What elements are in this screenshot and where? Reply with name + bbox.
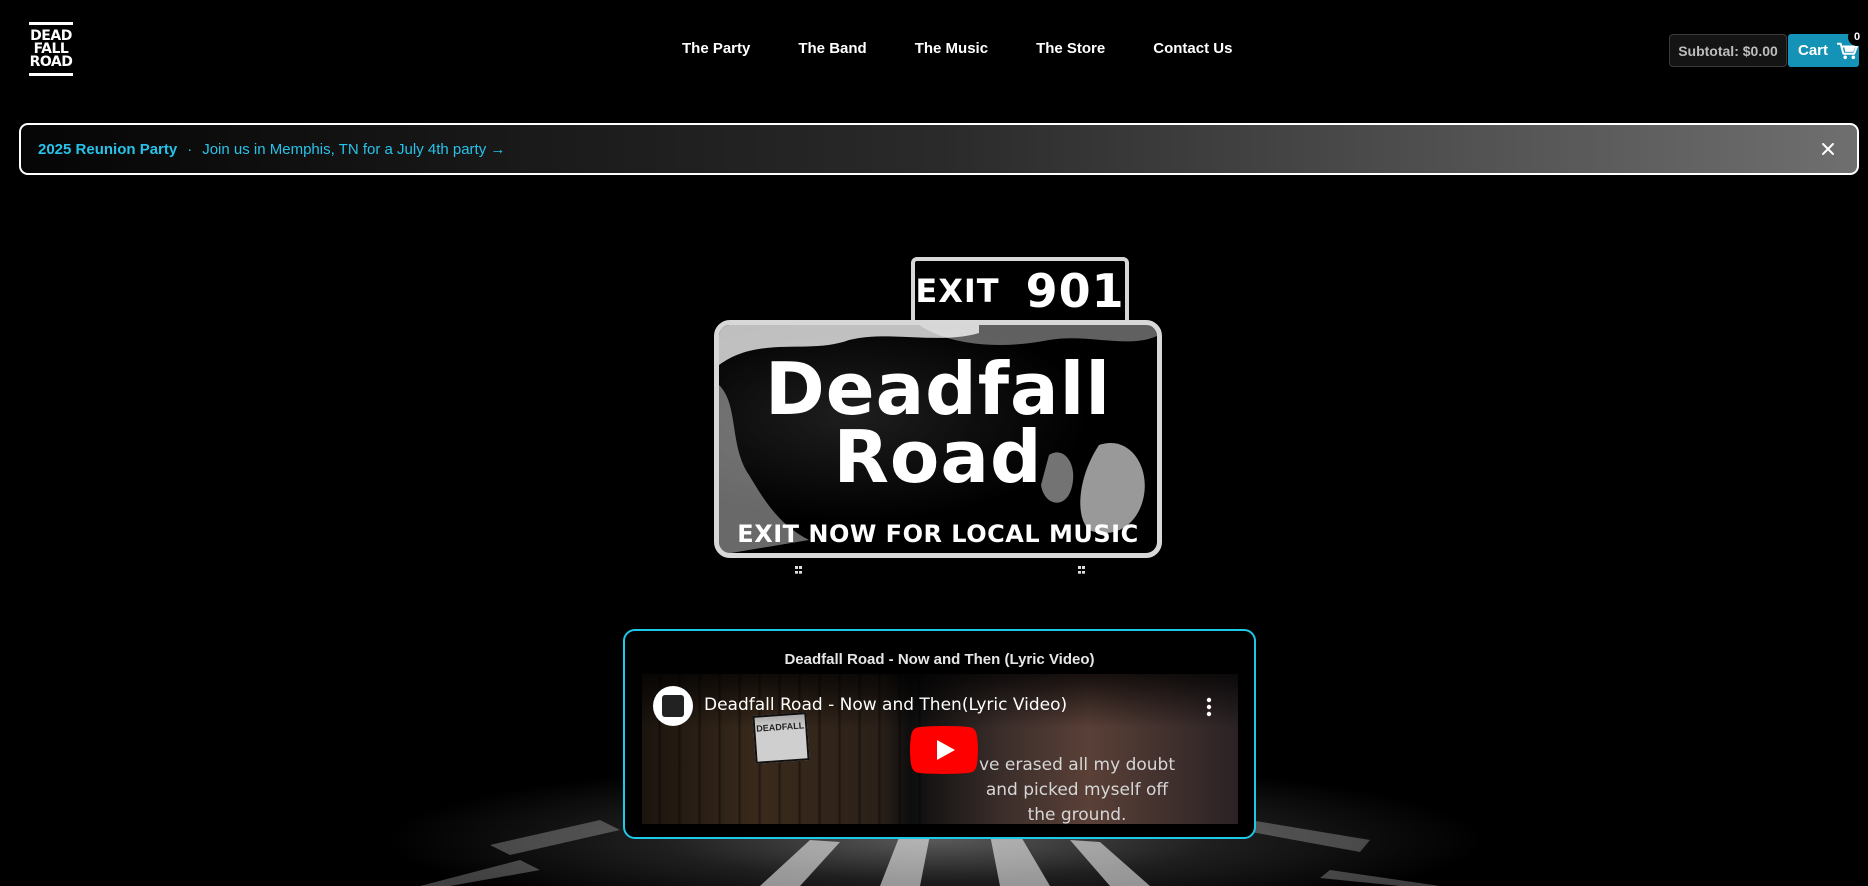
more-options-icon[interactable] [1206, 696, 1212, 718]
video-card: Deadfall Road - Now and Then (Lyric Vide… [623, 629, 1256, 839]
announcement-title[interactable]: 2025 Reunion Party [38, 141, 177, 158]
cart-label: Cart [1798, 42, 1829, 59]
site-logo[interactable]: DEAD FALL ROAD [29, 22, 73, 76]
sign-title: Deadfall Road [719, 347, 1157, 499]
lyric-line-2: and picked myself off [985, 780, 1169, 800]
site-header: DEAD FALL ROAD The Party The Band The Mu… [0, 0, 1868, 100]
channel-avatar[interactable] [653, 686, 693, 726]
logo-line-3: ROAD [29, 53, 73, 70]
exit-plate: EXIT 901 [911, 257, 1129, 325]
bolt-icon [1078, 566, 1085, 574]
sign-title-line-1: Deadfall [765, 347, 1111, 431]
nav-the-band[interactable]: The Band [798, 40, 866, 57]
announcement-bar: 2025 Reunion Party · Join us in Memphis,… [19, 123, 1859, 175]
exit-number: 901 [1025, 264, 1125, 318]
player-video-title[interactable]: Deadfall Road - Now and Then(Lyric Video… [704, 695, 1067, 715]
lyric-line-3: the ground. [1027, 805, 1127, 824]
nav-the-music[interactable]: The Music [915, 40, 988, 57]
hero-road-sign: EXIT 901 Deadfall Road EXIT NOW FOR LOCA… [710, 250, 1180, 580]
sign-plate: Deadfall Road EXIT NOW FOR LOCAL MUSIC [714, 320, 1162, 558]
play-button-icon[interactable] [910, 726, 978, 774]
sign-title-line-2: Road [833, 415, 1043, 499]
close-icon[interactable] [1817, 138, 1839, 160]
announcement-link[interactable]: Join us in Memphis, TN for a July 4th pa… [202, 141, 505, 158]
nav-the-party[interactable]: The Party [682, 40, 750, 57]
main-nav: The Party The Band The Music The Store C… [682, 40, 1280, 57]
nav-the-store[interactable]: The Store [1036, 40, 1105, 57]
cart-subtotal: Subtotal: $0.00 [1669, 34, 1787, 67]
announcement-separator: · [187, 140, 193, 158]
sign-subtitle: EXIT NOW FOR LOCAL MUSIC [737, 520, 1139, 548]
nav-contact-us[interactable]: Contact Us [1153, 40, 1232, 57]
avatar-logo-icon [662, 695, 684, 717]
lyric-line-1: ve erased all my doubt [978, 755, 1175, 775]
exit-word: EXIT [915, 272, 1000, 310]
bolt-icon [795, 566, 802, 574]
youtube-player[interactable]: DEADFALL Deadfall Road - Now and Then(Ly… [642, 674, 1238, 824]
lyrics-overlay: ve erased all my doubt and picked myself… [962, 753, 1192, 824]
cart-count-badge: 0 [1848, 28, 1866, 46]
video-card-title: Deadfall Road - Now and Then (Lyric Vide… [784, 651, 1095, 668]
